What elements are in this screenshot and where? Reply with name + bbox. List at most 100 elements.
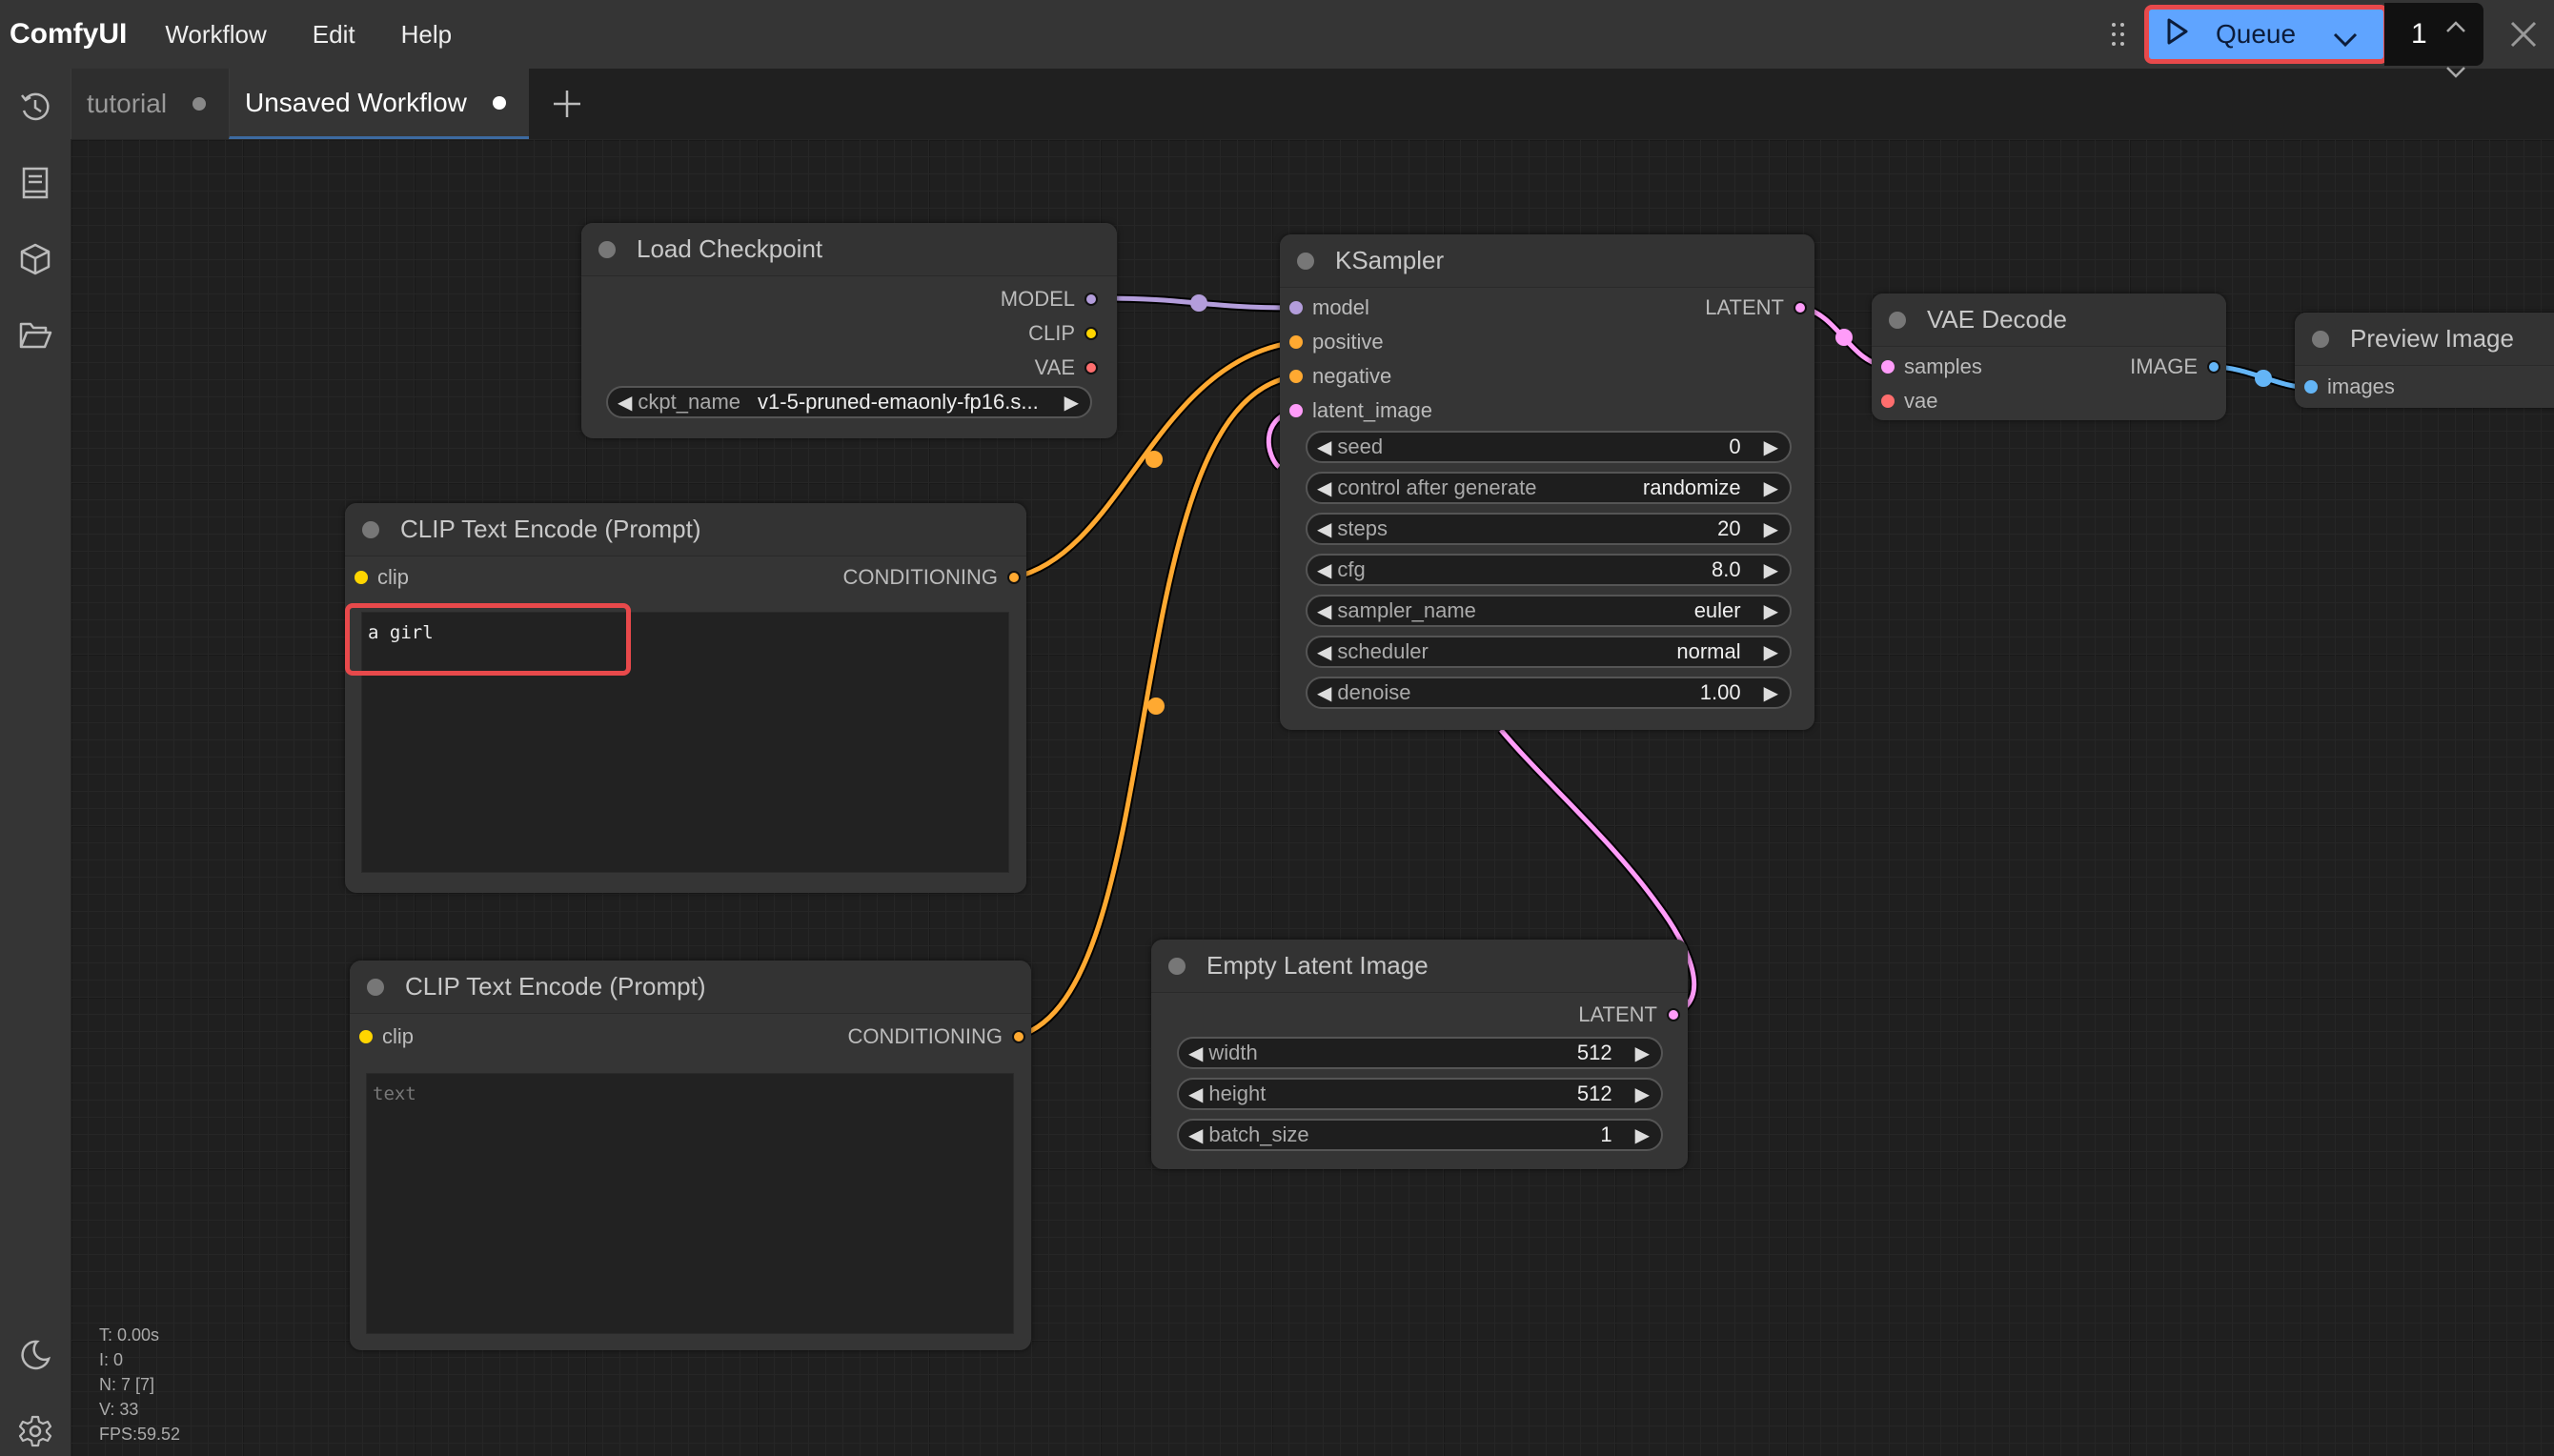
increment-arrow-icon[interactable]: ▶	[1635, 1123, 1650, 1147]
widget-denoise[interactable]: ◀ denoise 1.00 ▶	[1306, 677, 1792, 709]
chevron-down-icon[interactable]	[2332, 25, 2359, 55]
node-empty-latent-image[interactable]: Empty Latent Image LATENT ◀ width 512 ▶ …	[1151, 940, 1688, 1169]
socket-icon[interactable]	[359, 1030, 373, 1043]
batch-count-input[interactable]: 1	[2384, 3, 2483, 78]
increment-arrow-icon[interactable]: ▶	[1764, 558, 1778, 582]
socket-icon[interactable]	[1084, 327, 1098, 340]
decrement-arrow-icon[interactable]: ◀	[1317, 558, 1331, 582]
socket-icon[interactable]	[1881, 360, 1895, 374]
node-clip-text-encode-positive[interactable]: CLIP Text Encode (Prompt) clip CONDITION…	[345, 503, 1026, 893]
collapse-dot-icon[interactable]	[362, 520, 379, 538]
widget-control-after-generate[interactable]: ◀ control after generate randomize ▶	[1306, 472, 1792, 504]
output-vae[interactable]: VAE	[1035, 354, 1098, 381]
decrement-icon[interactable]	[2445, 54, 2466, 87]
collapse-dot-icon[interactable]	[367, 978, 384, 996]
increment-arrow-icon[interactable]: ▶	[1764, 517, 1778, 541]
socket-icon[interactable]	[1794, 301, 1807, 314]
tab-unsaved-workflow[interactable]: Unsaved Workflow	[229, 69, 529, 139]
socket-icon[interactable]	[355, 571, 368, 584]
decrement-arrow-icon[interactable]: ◀	[1317, 517, 1331, 541]
model-library-icon[interactable]	[16, 240, 54, 278]
prompt-textarea[interactable]: text	[366, 1073, 1014, 1334]
node-preview-image[interactable]: Preview Image images	[2295, 313, 2554, 408]
widget-batch-size[interactable]: ◀ batch_size 1 ▶	[1177, 1119, 1663, 1151]
socket-icon[interactable]	[1289, 335, 1303, 349]
decrement-arrow-icon[interactable]: ◀	[1317, 640, 1331, 664]
output-conditioning[interactable]: CONDITIONING	[842, 564, 1021, 591]
node-title-bar[interactable]: KSampler	[1280, 234, 1814, 288]
workflows-icon[interactable]	[16, 316, 54, 354]
output-latent[interactable]: LATENT	[1578, 1001, 1680, 1028]
node-ksampler[interactable]: KSampler model positive negative latent_…	[1280, 234, 1814, 730]
input-positive[interactable]: positive	[1289, 329, 1384, 355]
socket-icon[interactable]	[1084, 361, 1098, 374]
collapse-dot-icon[interactable]	[2312, 330, 2329, 348]
decrement-arrow-icon[interactable]: ◀	[1188, 1082, 1203, 1106]
input-clip[interactable]: clip	[359, 1023, 414, 1050]
node-title-bar[interactable]: Load Checkpoint	[581, 223, 1117, 276]
input-samples[interactable]: samples	[1881, 354, 1982, 380]
increment-icon[interactable]	[2445, 9, 2466, 41]
node-load-checkpoint[interactable]: Load Checkpoint MODEL CLIP VAE ◀ ckpt_na…	[581, 223, 1117, 438]
output-clip[interactable]: CLIP	[1028, 320, 1098, 347]
theme-toggle-icon[interactable]	[16, 1336, 54, 1374]
collapse-dot-icon[interactable]	[598, 240, 616, 258]
output-image[interactable]: IMAGE	[2130, 354, 2220, 380]
widget-width[interactable]: ◀ width 512 ▶	[1177, 1037, 1663, 1069]
node-title-bar[interactable]: Preview Image	[2295, 313, 2554, 366]
widget-steps[interactable]: ◀ steps 20 ▶	[1306, 513, 1792, 545]
input-negative[interactable]: negative	[1289, 363, 1391, 390]
node-vae-decode[interactable]: VAE Decode samples vae IMAGE	[1872, 293, 2226, 420]
decrement-arrow-icon[interactable]: ◀	[1317, 681, 1331, 705]
input-clip[interactable]: clip	[355, 564, 409, 591]
node-title-bar[interactable]: CLIP Text Encode (Prompt)	[345, 503, 1026, 556]
decrement-arrow-icon[interactable]: ◀	[1317, 476, 1331, 500]
widget-sampler-name[interactable]: ◀ sampler_name euler ▶	[1306, 595, 1792, 627]
socket-icon[interactable]	[1084, 293, 1098, 306]
decrement-arrow-icon[interactable]: ◀	[618, 391, 632, 415]
history-icon[interactable]	[16, 88, 54, 126]
collapse-dot-icon[interactable]	[1889, 311, 1906, 329]
widget-cfg[interactable]: ◀ cfg 8.0 ▶	[1306, 554, 1792, 586]
decrement-arrow-icon[interactable]: ◀	[1188, 1041, 1203, 1065]
add-tab-icon[interactable]	[529, 69, 605, 139]
input-vae[interactable]: vae	[1881, 388, 1937, 415]
input-latent-image[interactable]: latent_image	[1289, 397, 1432, 424]
socket-icon[interactable]	[1289, 301, 1303, 314]
increment-arrow-icon[interactable]: ▶	[1764, 599, 1778, 623]
socket-icon[interactable]	[1289, 370, 1303, 383]
output-latent[interactable]: LATENT	[1705, 294, 1807, 321]
output-model[interactable]: MODEL	[1001, 286, 1098, 313]
collapse-dot-icon[interactable]	[1168, 957, 1186, 975]
input-images[interactable]: images	[2304, 374, 2395, 400]
queue-button[interactable]: Queue	[2144, 5, 2388, 64]
widget-seed[interactable]: ◀ seed 0 ▶	[1306, 431, 1792, 463]
widget-ckpt-name[interactable]: ◀ ckpt_name v1-5-pruned-emaonly-fp16.s..…	[606, 386, 1092, 418]
increment-arrow-icon[interactable]: ▶	[1764, 435, 1778, 459]
node-library-icon[interactable]	[16, 164, 54, 202]
menu-edit[interactable]: Edit	[313, 20, 355, 50]
increment-arrow-icon[interactable]: ▶	[1764, 640, 1778, 664]
tab-tutorial[interactable]: tutorial	[71, 69, 229, 139]
node-title-bar[interactable]: CLIP Text Encode (Prompt)	[350, 961, 1031, 1014]
widget-scheduler[interactable]: ◀ scheduler normal ▶	[1306, 636, 1792, 668]
decrement-arrow-icon[interactable]: ◀	[1317, 435, 1331, 459]
increment-arrow-icon[interactable]: ▶	[1635, 1041, 1650, 1065]
output-conditioning[interactable]: CONDITIONING	[847, 1023, 1025, 1050]
socket-icon[interactable]	[1667, 1008, 1680, 1021]
increment-arrow-icon[interactable]: ▶	[1635, 1082, 1650, 1106]
socket-icon[interactable]	[2304, 380, 2318, 394]
socket-icon[interactable]	[1012, 1030, 1025, 1043]
collapse-dot-icon[interactable]	[1297, 252, 1314, 270]
settings-icon[interactable]	[16, 1412, 54, 1450]
widget-height[interactable]: ◀ height 512 ▶	[1177, 1078, 1663, 1110]
menu-workflow[interactable]: Workflow	[165, 20, 266, 50]
decrement-arrow-icon[interactable]: ◀	[1317, 599, 1331, 623]
decrement-arrow-icon[interactable]: ◀	[1188, 1123, 1203, 1147]
menu-help[interactable]: Help	[401, 20, 452, 50]
socket-icon[interactable]	[2207, 360, 2220, 374]
socket-icon[interactable]	[1881, 394, 1895, 408]
socket-icon[interactable]	[1007, 571, 1021, 584]
increment-arrow-icon[interactable]: ▶	[1764, 476, 1778, 500]
socket-icon[interactable]	[1289, 404, 1303, 417]
